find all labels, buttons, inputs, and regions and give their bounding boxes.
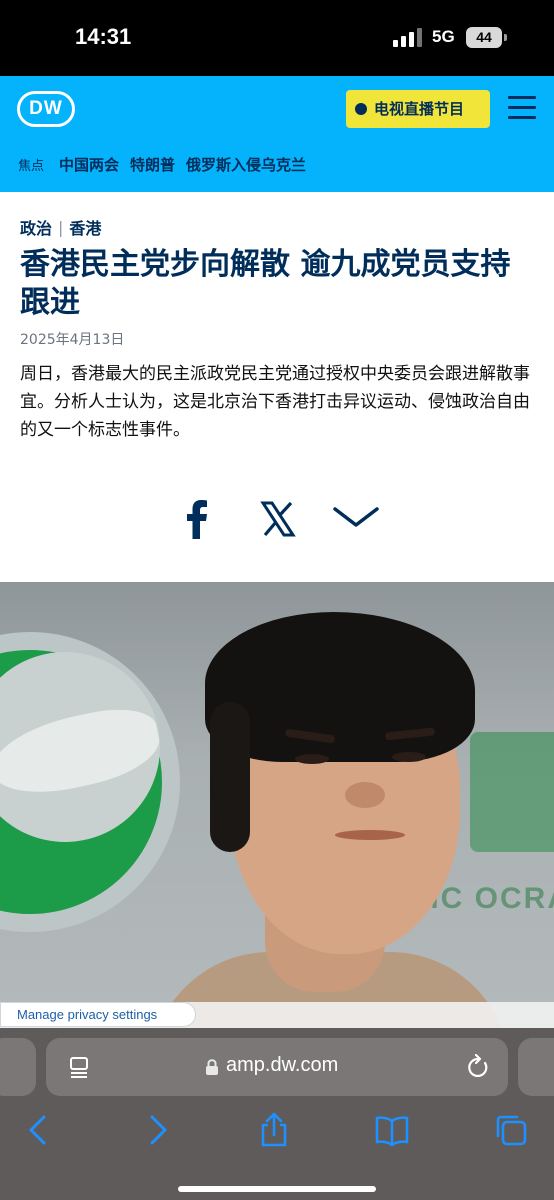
tv-live-label: 电视直播节目 xyxy=(374,100,465,118)
kicker: 政治 | 香港 xyxy=(20,214,540,240)
chevron-down-icon[interactable] xyxy=(332,505,380,531)
focus-label: 焦点 xyxy=(18,158,45,174)
battery-tip xyxy=(504,34,507,41)
left-eye xyxy=(295,754,329,764)
address-bar[interactable]: amp.dw.com xyxy=(46,1038,508,1096)
page-menu-icon[interactable] xyxy=(68,1056,90,1078)
battery-icon: 44 xyxy=(466,27,502,48)
focus-nav: 焦点 中国两会 特朗普 俄罗斯入侵乌克兰 xyxy=(18,152,306,176)
kicker-politics[interactable]: 政治 xyxy=(20,215,52,239)
article-lead: 周日，香港最大的民主派政党民主党通过授权中央委员会跟进解散事宜。分析人士认为，这… xyxy=(20,364,530,440)
tv-live-button[interactable]: 电视直播节目 xyxy=(346,90,490,128)
status-bar: 14:31 5G 44 xyxy=(0,0,554,76)
x-icon[interactable] xyxy=(260,501,296,537)
kicker-separator: | xyxy=(58,217,64,237)
lock-icon xyxy=(206,1059,218,1075)
back-icon[interactable] xyxy=(20,1112,56,1148)
mouth xyxy=(335,830,405,840)
status-time: 14:31 xyxy=(75,24,132,49)
site-header: DW 电视直播节目 焦点 中国两会 特朗普 俄罗斯入侵乌克兰 xyxy=(0,76,554,192)
article-date: 2025年4月13日 xyxy=(20,332,125,348)
facebook-icon[interactable] xyxy=(180,499,216,539)
tabs-icon[interactable] xyxy=(493,1112,529,1148)
reload-icon[interactable] xyxy=(466,1054,490,1080)
network-type: 5G xyxy=(432,27,455,46)
article: 政治 | 香港 香港民主党步向解散 逾九成党员支持跟进 2025年4月13日 周… xyxy=(20,214,540,444)
focus-link-ukraine[interactable]: 俄罗斯入侵乌克兰 xyxy=(186,154,306,175)
home-indicator[interactable] xyxy=(178,1186,376,1192)
background-sign xyxy=(470,732,554,852)
url-text: amp.dw.com xyxy=(226,1054,339,1076)
bookmarks-icon[interactable] xyxy=(374,1112,410,1148)
share-row xyxy=(0,497,554,545)
article-hero-image[interactable]: TIC OCRA xyxy=(0,582,554,1028)
right-eye xyxy=(392,752,426,762)
article-headline: 香港民主党步向解散 逾九成党员支持跟进 xyxy=(20,247,511,320)
person-hair-side xyxy=(210,702,250,852)
focus-link-trump[interactable]: 特朗普 xyxy=(130,154,175,175)
live-dot-icon xyxy=(355,103,367,115)
share-icon[interactable] xyxy=(256,1112,292,1148)
focus-link-npc[interactable]: 中国两会 xyxy=(59,154,119,175)
signal-icon xyxy=(393,27,423,47)
previous-tab-preview[interactable] xyxy=(0,1038,36,1096)
nose xyxy=(345,782,385,808)
hamburger-menu-icon[interactable] xyxy=(508,96,536,120)
forward-icon[interactable] xyxy=(140,1112,176,1148)
next-tab-preview[interactable] xyxy=(518,1038,554,1096)
browser-chrome: amp.dw.com xyxy=(0,1028,554,1200)
dw-logo[interactable]: DW xyxy=(17,91,75,127)
manage-privacy-button[interactable]: Manage privacy settings xyxy=(0,1002,196,1027)
kicker-hongkong[interactable]: 香港 xyxy=(69,215,101,239)
